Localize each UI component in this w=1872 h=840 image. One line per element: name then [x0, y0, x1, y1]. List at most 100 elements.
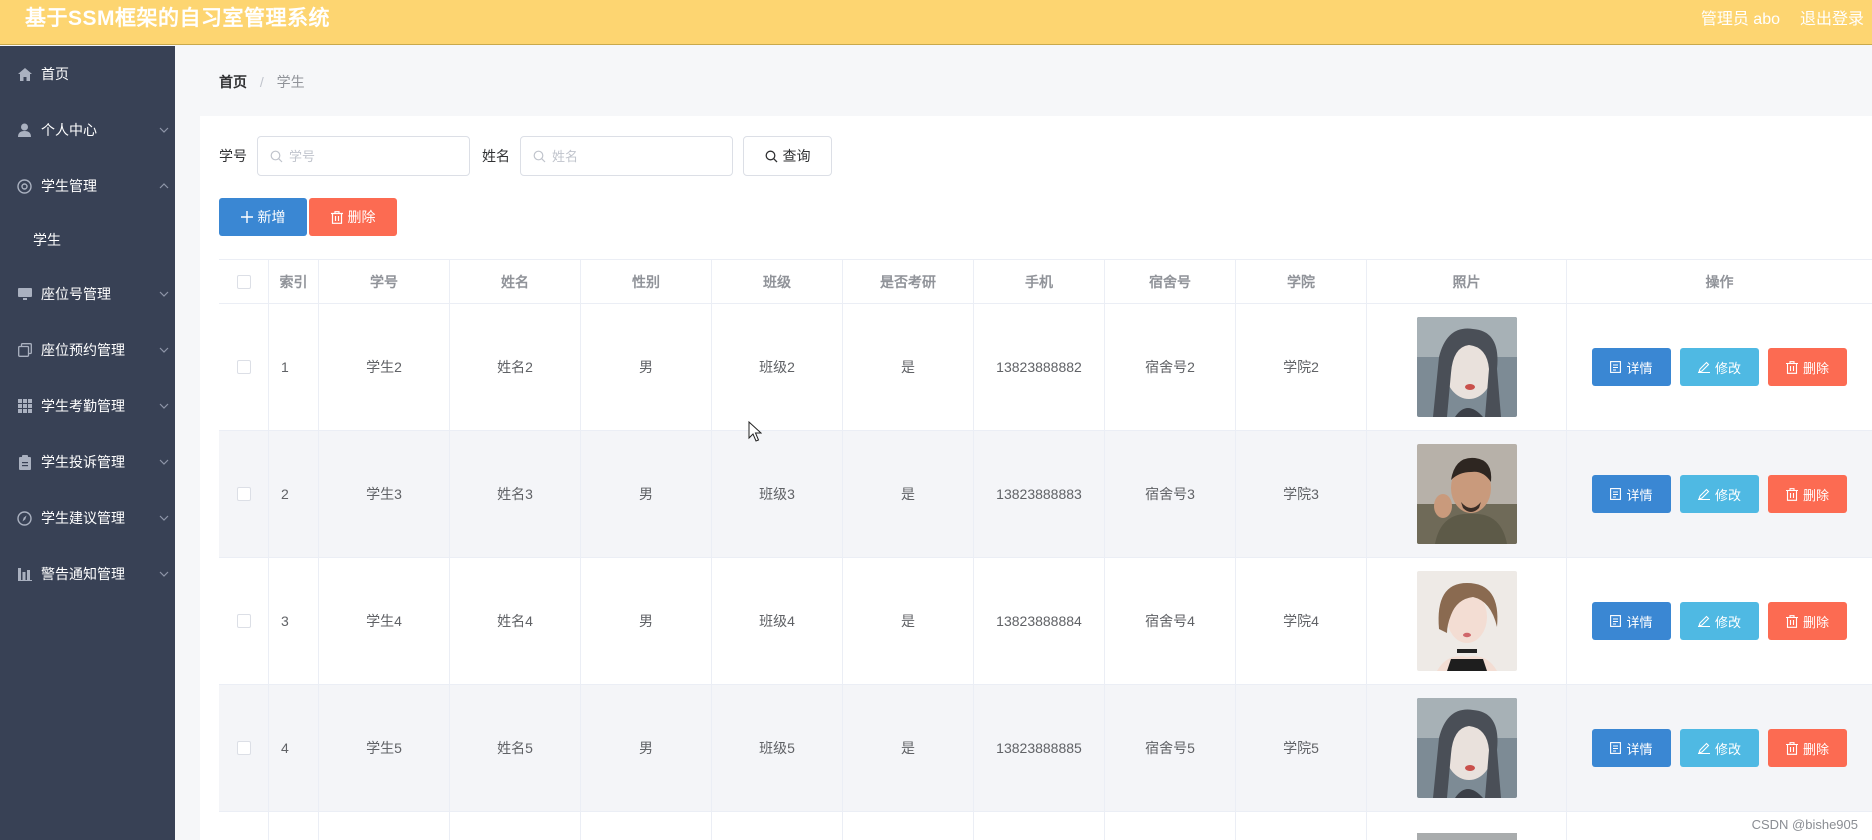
student-photo — [1416, 444, 1517, 544]
home-icon — [17, 67, 32, 82]
edit-button-label: 修改 — [1714, 741, 1741, 757]
add-button-label: 新增 — [257, 209, 286, 225]
cell-photo — [1367, 431, 1567, 557]
trash-icon — [1785, 360, 1798, 374]
cell-photo — [1367, 304, 1567, 430]
delete-button-label: 删除 — [1802, 360, 1829, 376]
cell-index: 1 — [269, 304, 319, 430]
sidebar-item-label: 座位号管理 — [41, 286, 111, 302]
breadcrumb-home[interactable]: 首页 — [219, 74, 247, 90]
column-header: 学号 — [319, 260, 450, 303]
bulk-delete-button-label: 删除 — [347, 209, 376, 225]
sidebar-item-seat-reservation[interactable]: 座位预约管理 — [0, 322, 175, 378]
row-checkbox[interactable] — [236, 487, 251, 501]
row-select-cell — [219, 304, 269, 430]
student-no-input[interactable] — [289, 148, 459, 164]
table-header: 索引 学号 姓名 性别 班级 是否考研 手机 宿舍号 学院 照片 操作 — [219, 260, 1872, 304]
detail-button[interactable]: 详情 — [1592, 602, 1671, 640]
content-panel: 学号 姓名 查询 新增 删除 — [200, 116, 1872, 840]
detail-button[interactable]: 详情 — [1592, 475, 1671, 513]
edit-button[interactable]: 修改 — [1680, 602, 1759, 640]
pencil-icon — [1697, 361, 1710, 373]
column-header: 学院 — [1236, 260, 1367, 303]
cell-gender: 男 — [581, 685, 712, 811]
cell-gender: 男 — [581, 558, 712, 684]
delete-button-label: 删除 — [1802, 614, 1829, 630]
name-field — [520, 136, 733, 176]
cell-phone — [974, 812, 1105, 840]
delete-button[interactable]: 删除 — [1768, 348, 1847, 386]
sidebar-subitem-label: 学生 — [33, 232, 61, 248]
edit-button-label: 修改 — [1714, 614, 1741, 630]
row-select-cell — [219, 431, 269, 557]
query-button[interactable]: 查询 — [743, 136, 832, 176]
sidebar-item-label: 首页 — [41, 66, 69, 82]
delete-button-label: 删除 — [1802, 487, 1829, 503]
cell-kaoyan: 是 — [843, 304, 974, 430]
monitor-icon — [17, 287, 32, 302]
edit-button[interactable]: 修改 — [1680, 475, 1759, 513]
chevron-down-icon — [159, 515, 169, 521]
sidebar-item-profile[interactable]: 个人中心 — [0, 102, 175, 158]
cell-class — [712, 812, 843, 840]
edit-button[interactable]: 修改 — [1680, 729, 1759, 767]
row-select-cell — [219, 685, 269, 811]
cell-kaoyan: 是 — [843, 558, 974, 684]
sidebar-item-warnings[interactable]: 警告通知管理 — [0, 546, 175, 602]
pencil-icon — [1697, 488, 1710, 500]
delete-button[interactable]: 删除 — [1768, 729, 1847, 767]
cell-college: 学院2 — [1236, 304, 1367, 430]
chevron-up-icon — [159, 183, 169, 189]
name-input[interactable] — [552, 148, 722, 164]
detail-button[interactable]: 详情 — [1592, 729, 1671, 767]
sidebar-subitem-student[interactable]: 学生 — [0, 214, 175, 266]
detail-button[interactable]: 详情 — [1592, 348, 1671, 386]
cell-photo — [1367, 685, 1567, 811]
document-icon — [1610, 742, 1622, 754]
cell-dorm: 宿舍号4 — [1105, 558, 1236, 684]
sidebar-item-attendance[interactable]: 学生考勤管理 — [0, 378, 175, 434]
add-button[interactable]: 新增 — [219, 198, 307, 236]
row-checkbox[interactable] — [236, 614, 251, 628]
cell-dorm: 宿舍号3 — [1105, 431, 1236, 557]
logout-link[interactable]: 退出登录 — [1800, 5, 1864, 29]
select-all-checkbox[interactable] — [236, 274, 251, 289]
sidebar-item-student-management[interactable]: 学生管理 — [0, 158, 175, 214]
search-icon — [533, 150, 546, 162]
mouse-cursor-icon — [748, 421, 762, 442]
cell-phone: 13823888883 — [974, 431, 1105, 557]
toolbar: 新增 删除 — [219, 198, 397, 238]
user-icon — [17, 123, 32, 138]
compass-icon — [17, 510, 32, 526]
cell-index: 3 — [269, 558, 319, 684]
cell-index — [269, 812, 319, 840]
row-checkbox[interactable] — [236, 741, 251, 755]
bulk-delete-button[interactable]: 删除 — [309, 198, 397, 236]
column-header: 照片 — [1367, 260, 1567, 303]
edit-button[interactable]: 修改 — [1680, 348, 1759, 386]
sidebar-item-complaints[interactable]: 学生投诉管理 — [0, 434, 175, 490]
cell-gender — [581, 812, 712, 840]
table-row: 3 学生4 姓名4 男 班级4 是 13823888884 宿舍号4 学院4 详… — [219, 558, 1872, 685]
cell-name — [450, 812, 581, 840]
cell-actions: 详情 修改 删除 — [1567, 304, 1872, 430]
cell-kaoyan: 是 — [843, 685, 974, 811]
sidebar-item-suggestions[interactable]: 学生建议管理 — [0, 490, 175, 546]
row-checkbox[interactable] — [236, 360, 251, 374]
group-icon — [17, 178, 32, 194]
sidebar-item-label: 学生建议管理 — [41, 510, 125, 526]
table-row: 1 学生2 姓名2 男 班级2 是 13823888882 宿舍号2 学院2 详… — [219, 304, 1872, 431]
sidebar-item-home[interactable]: 首页 — [0, 46, 175, 102]
chevron-down-icon — [159, 291, 169, 297]
cell-phone: 13823888882 — [974, 304, 1105, 430]
search-icon — [270, 150, 283, 162]
trash-icon — [330, 210, 343, 224]
current-user: 管理员 abo — [1700, 11, 1780, 28]
table-row: 2 学生3 姓名3 男 班级3 是 13823888883 宿舍号3 学院3 详… — [219, 431, 1872, 558]
sidebar-item-seat-management[interactable]: 座位号管理 — [0, 266, 175, 322]
row-select-cell — [219, 558, 269, 684]
delete-button[interactable]: 删除 — [1768, 475, 1847, 513]
edit-button-label: 修改 — [1714, 360, 1741, 376]
delete-button[interactable]: 删除 — [1768, 602, 1847, 640]
cell-student-no — [319, 812, 450, 840]
